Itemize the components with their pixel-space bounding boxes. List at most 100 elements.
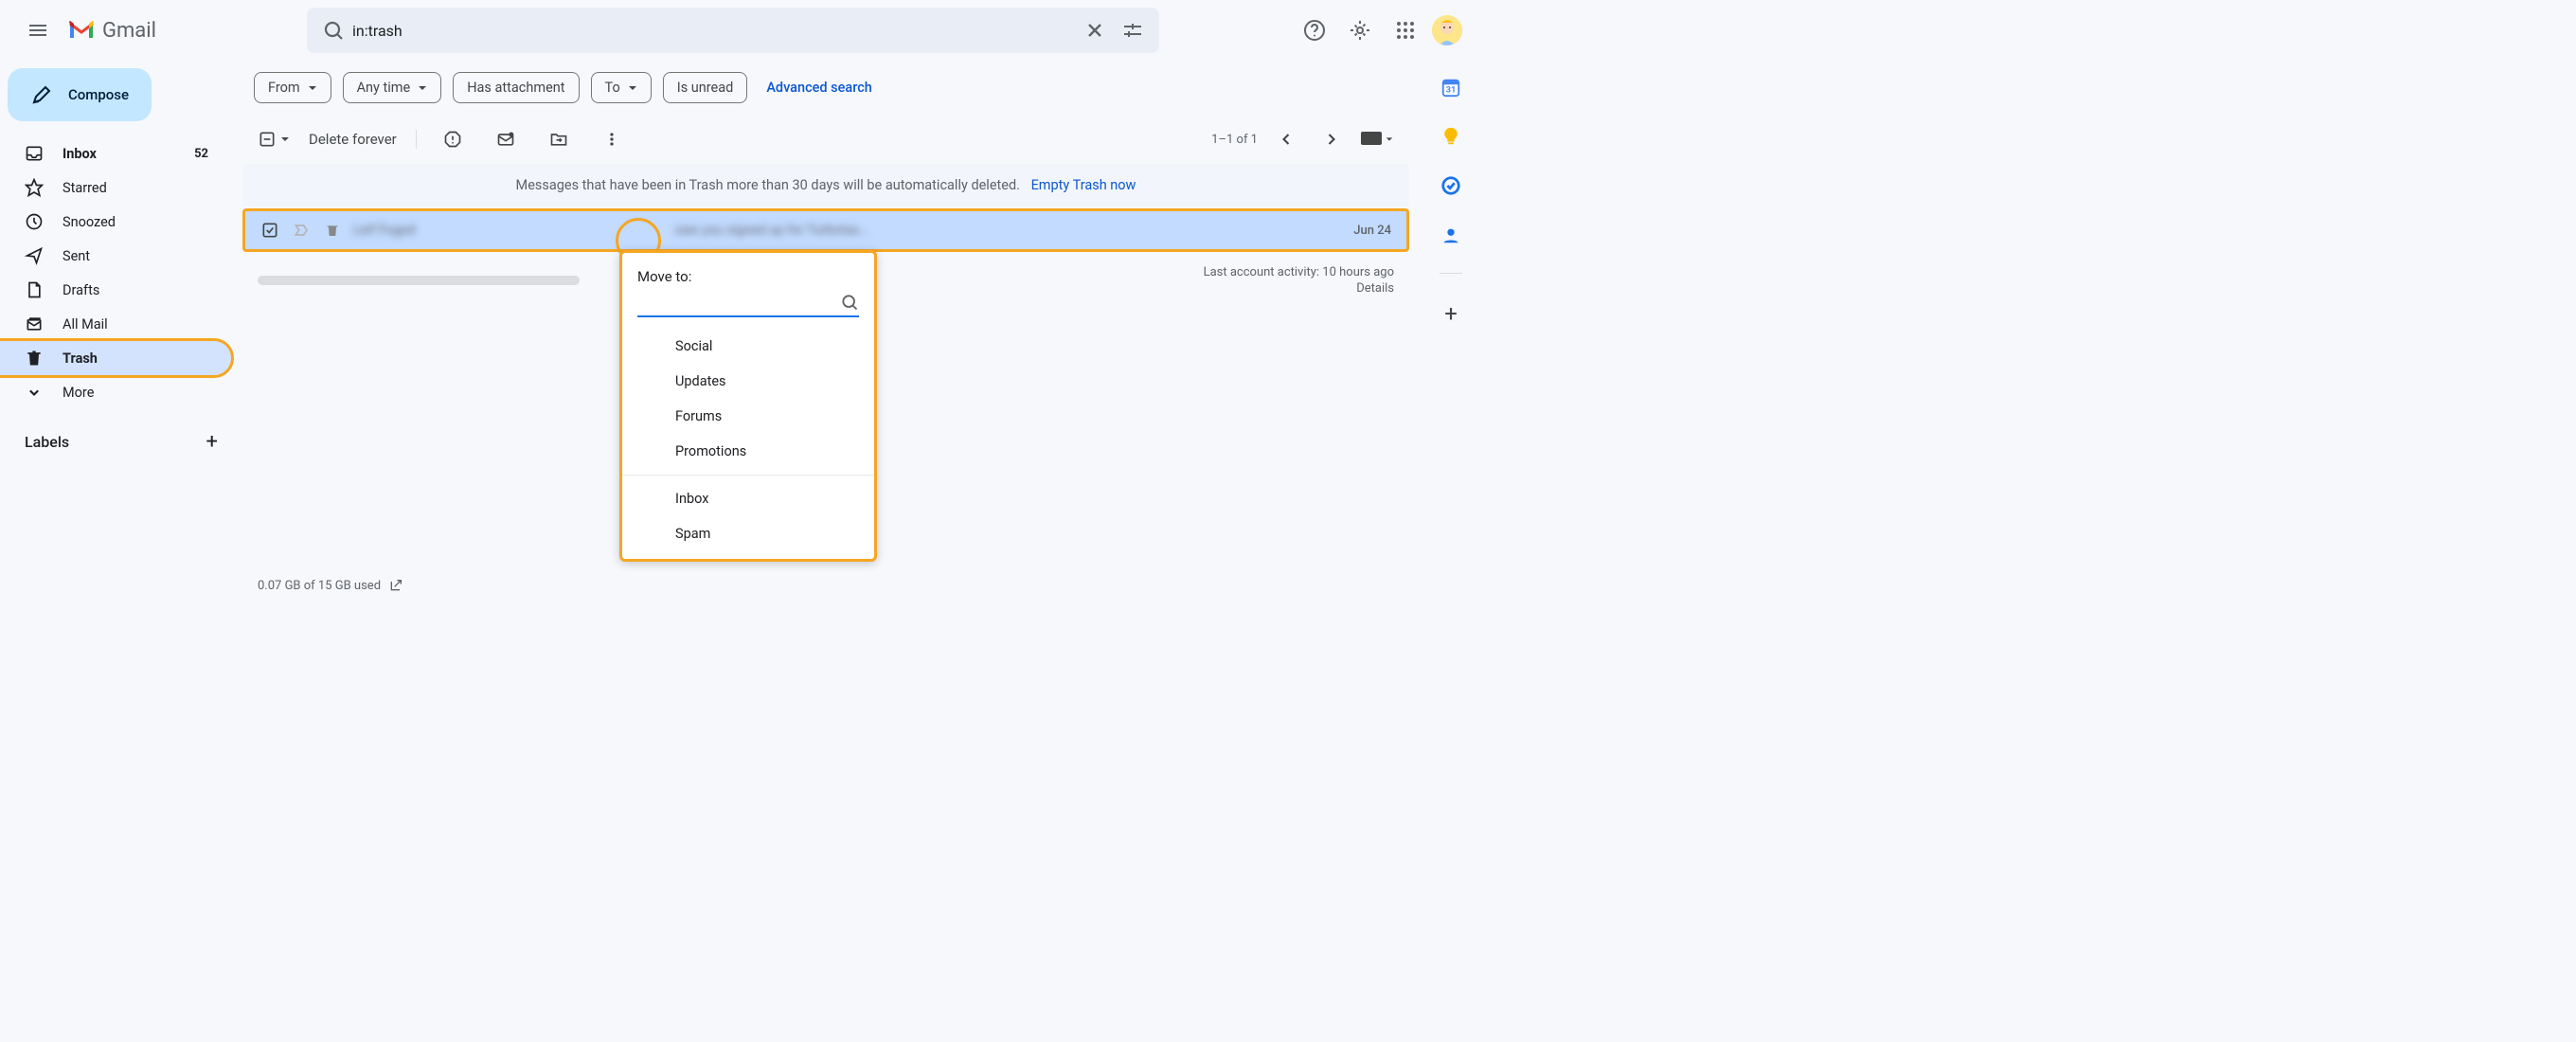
brand-text: Gmail bbox=[102, 19, 156, 43]
important-marker-icon[interactable] bbox=[293, 221, 312, 240]
email-date: Jun 24 bbox=[1353, 224, 1391, 238]
body: Compose Inbox 52 Starred Snoozed Sent Dr… bbox=[0, 61, 1477, 599]
input-tools-button[interactable] bbox=[1360, 122, 1394, 156]
email-row-selected[interactable]: Leif Foged saw you signed up for Turbota… bbox=[242, 208, 1409, 252]
details-link[interactable]: Details bbox=[1204, 281, 1394, 296]
search-icon[interactable] bbox=[840, 293, 859, 312]
contacts-icon bbox=[1440, 225, 1461, 245]
calendar-icon: 31 bbox=[1440, 77, 1461, 98]
popup-title: Move to: bbox=[622, 260, 874, 289]
more-actions-button[interactable] bbox=[595, 122, 629, 156]
mark-unread-button[interactable] bbox=[489, 122, 523, 156]
sidebar-item-trash[interactable]: Trash bbox=[0, 341, 231, 375]
empty-trash-link[interactable]: Empty Trash now bbox=[1031, 177, 1136, 193]
search-options-button[interactable] bbox=[1114, 11, 1152, 49]
move-to-button[interactable] bbox=[542, 122, 576, 156]
filter-attachment[interactable]: Has attachment bbox=[453, 72, 579, 103]
checkbox-checked-icon bbox=[260, 221, 279, 240]
contacts-addon[interactable] bbox=[1440, 224, 1462, 246]
select-all-checkbox[interactable] bbox=[258, 130, 290, 149]
divider bbox=[1440, 273, 1462, 274]
more-vertical-icon bbox=[602, 130, 621, 149]
prev-page-button[interactable] bbox=[1269, 122, 1303, 156]
keep-icon bbox=[1440, 126, 1461, 147]
calendar-addon[interactable]: 31 bbox=[1440, 76, 1462, 99]
email-preview: saw you signed up for Turbotax... bbox=[674, 223, 869, 238]
sidebar-item-starred[interactable]: Starred bbox=[0, 171, 231, 205]
sidebar-item-snoozed[interactable]: Snoozed bbox=[0, 205, 231, 239]
gear-icon bbox=[1349, 19, 1371, 42]
caret-down-icon bbox=[1386, 135, 1393, 143]
support-button[interactable] bbox=[1296, 11, 1333, 49]
popup-search-input[interactable] bbox=[637, 295, 840, 310]
filter-to[interactable]: To bbox=[591, 72, 652, 103]
filter-unread[interactable]: Is unread bbox=[663, 72, 748, 103]
inbox-icon bbox=[25, 144, 44, 163]
add-label-button[interactable]: + bbox=[206, 430, 218, 454]
sidebar-item-inbox[interactable]: Inbox 52 bbox=[0, 136, 231, 171]
search-icon bbox=[322, 19, 345, 42]
toolbar: Delete forever 1–1 of 1 bbox=[242, 115, 1409, 164]
delete-forever-button[interactable]: Delete forever bbox=[309, 131, 397, 148]
popup-item-inbox[interactable]: Inbox bbox=[622, 481, 874, 516]
spam-icon bbox=[443, 130, 462, 149]
caret-down-icon bbox=[418, 83, 427, 93]
popup-item-social[interactable]: Social bbox=[622, 329, 874, 364]
popup-item-spam[interactable]: Spam bbox=[622, 516, 874, 551]
settings-button[interactable] bbox=[1341, 11, 1379, 49]
main-menu-button[interactable] bbox=[15, 8, 61, 53]
keep-addon[interactable] bbox=[1440, 125, 1462, 148]
popup-item-promotions[interactable]: Promotions bbox=[622, 434, 874, 469]
search-button[interactable] bbox=[314, 11, 352, 49]
sidebar-item-allmail[interactable]: All Mail bbox=[0, 307, 231, 341]
apps-grid-icon bbox=[1396, 21, 1415, 40]
sidebar-item-drafts[interactable]: Drafts bbox=[0, 273, 231, 307]
hamburger-icon bbox=[27, 19, 49, 42]
sidebar-item-sent[interactable]: Sent bbox=[0, 239, 231, 273]
report-spam-button[interactable] bbox=[436, 122, 470, 156]
close-icon bbox=[1083, 19, 1106, 42]
filter-from[interactable]: From bbox=[254, 72, 331, 103]
star-icon bbox=[25, 178, 44, 197]
activity-text: Last account activity: 10 hours ago bbox=[1204, 265, 1394, 279]
popup-search-row bbox=[637, 293, 859, 317]
clear-search-button[interactable] bbox=[1076, 11, 1114, 49]
tasks-addon[interactable] bbox=[1440, 174, 1462, 197]
sidebar: Compose Inbox 52 Starred Snoozed Sent Dr… bbox=[0, 61, 242, 599]
svg-text:31: 31 bbox=[1446, 86, 1457, 96]
caret-down-icon bbox=[308, 83, 317, 93]
horizontal-scrollbar[interactable] bbox=[258, 276, 580, 285]
search-input[interactable] bbox=[352, 22, 1076, 40]
nav-label: Inbox bbox=[63, 146, 175, 162]
nav-label: All Mail bbox=[63, 316, 220, 332]
sidebar-item-more[interactable]: More bbox=[0, 375, 231, 409]
filter-chips-row: From Any time Has attachment To Is unrea… bbox=[242, 61, 1409, 115]
email-sender: Leif Foged bbox=[353, 223, 415, 238]
file-icon bbox=[25, 280, 44, 299]
labels-section-header: Labels + bbox=[0, 424, 242, 459]
trash-info-banner: Messages that have been in Trash more th… bbox=[242, 164, 1409, 207]
header: Gmail bbox=[0, 0, 1477, 61]
nav-label: Starred bbox=[63, 180, 220, 196]
apps-button[interactable] bbox=[1386, 11, 1424, 49]
compose-button[interactable]: Compose bbox=[8, 68, 152, 121]
get-addons-button[interactable]: + bbox=[1444, 300, 1458, 327]
trash-icon bbox=[25, 349, 44, 368]
keyboard-icon bbox=[1361, 132, 1384, 147]
next-page-button[interactable] bbox=[1315, 122, 1349, 156]
stack-mail-icon bbox=[25, 314, 44, 333]
chevron-right-icon bbox=[1322, 130, 1341, 149]
advanced-search-link[interactable]: Advanced search bbox=[766, 80, 872, 96]
filter-anytime[interactable]: Any time bbox=[343, 72, 442, 103]
nav-label: Sent bbox=[63, 248, 220, 264]
help-icon bbox=[1303, 19, 1326, 42]
popup-item-forums[interactable]: Forums bbox=[622, 399, 874, 434]
nav-count: 52 bbox=[194, 147, 208, 161]
popup-item-updates[interactable]: Updates bbox=[622, 364, 874, 399]
logo-area[interactable]: Gmail bbox=[68, 19, 277, 43]
caret-down-icon bbox=[628, 83, 637, 93]
storage-text: 0.07 GB of 15 GB used bbox=[258, 579, 381, 593]
open-external-icon[interactable] bbox=[388, 578, 403, 593]
account-avatar[interactable] bbox=[1432, 15, 1462, 45]
compose-label: Compose bbox=[68, 86, 129, 103]
